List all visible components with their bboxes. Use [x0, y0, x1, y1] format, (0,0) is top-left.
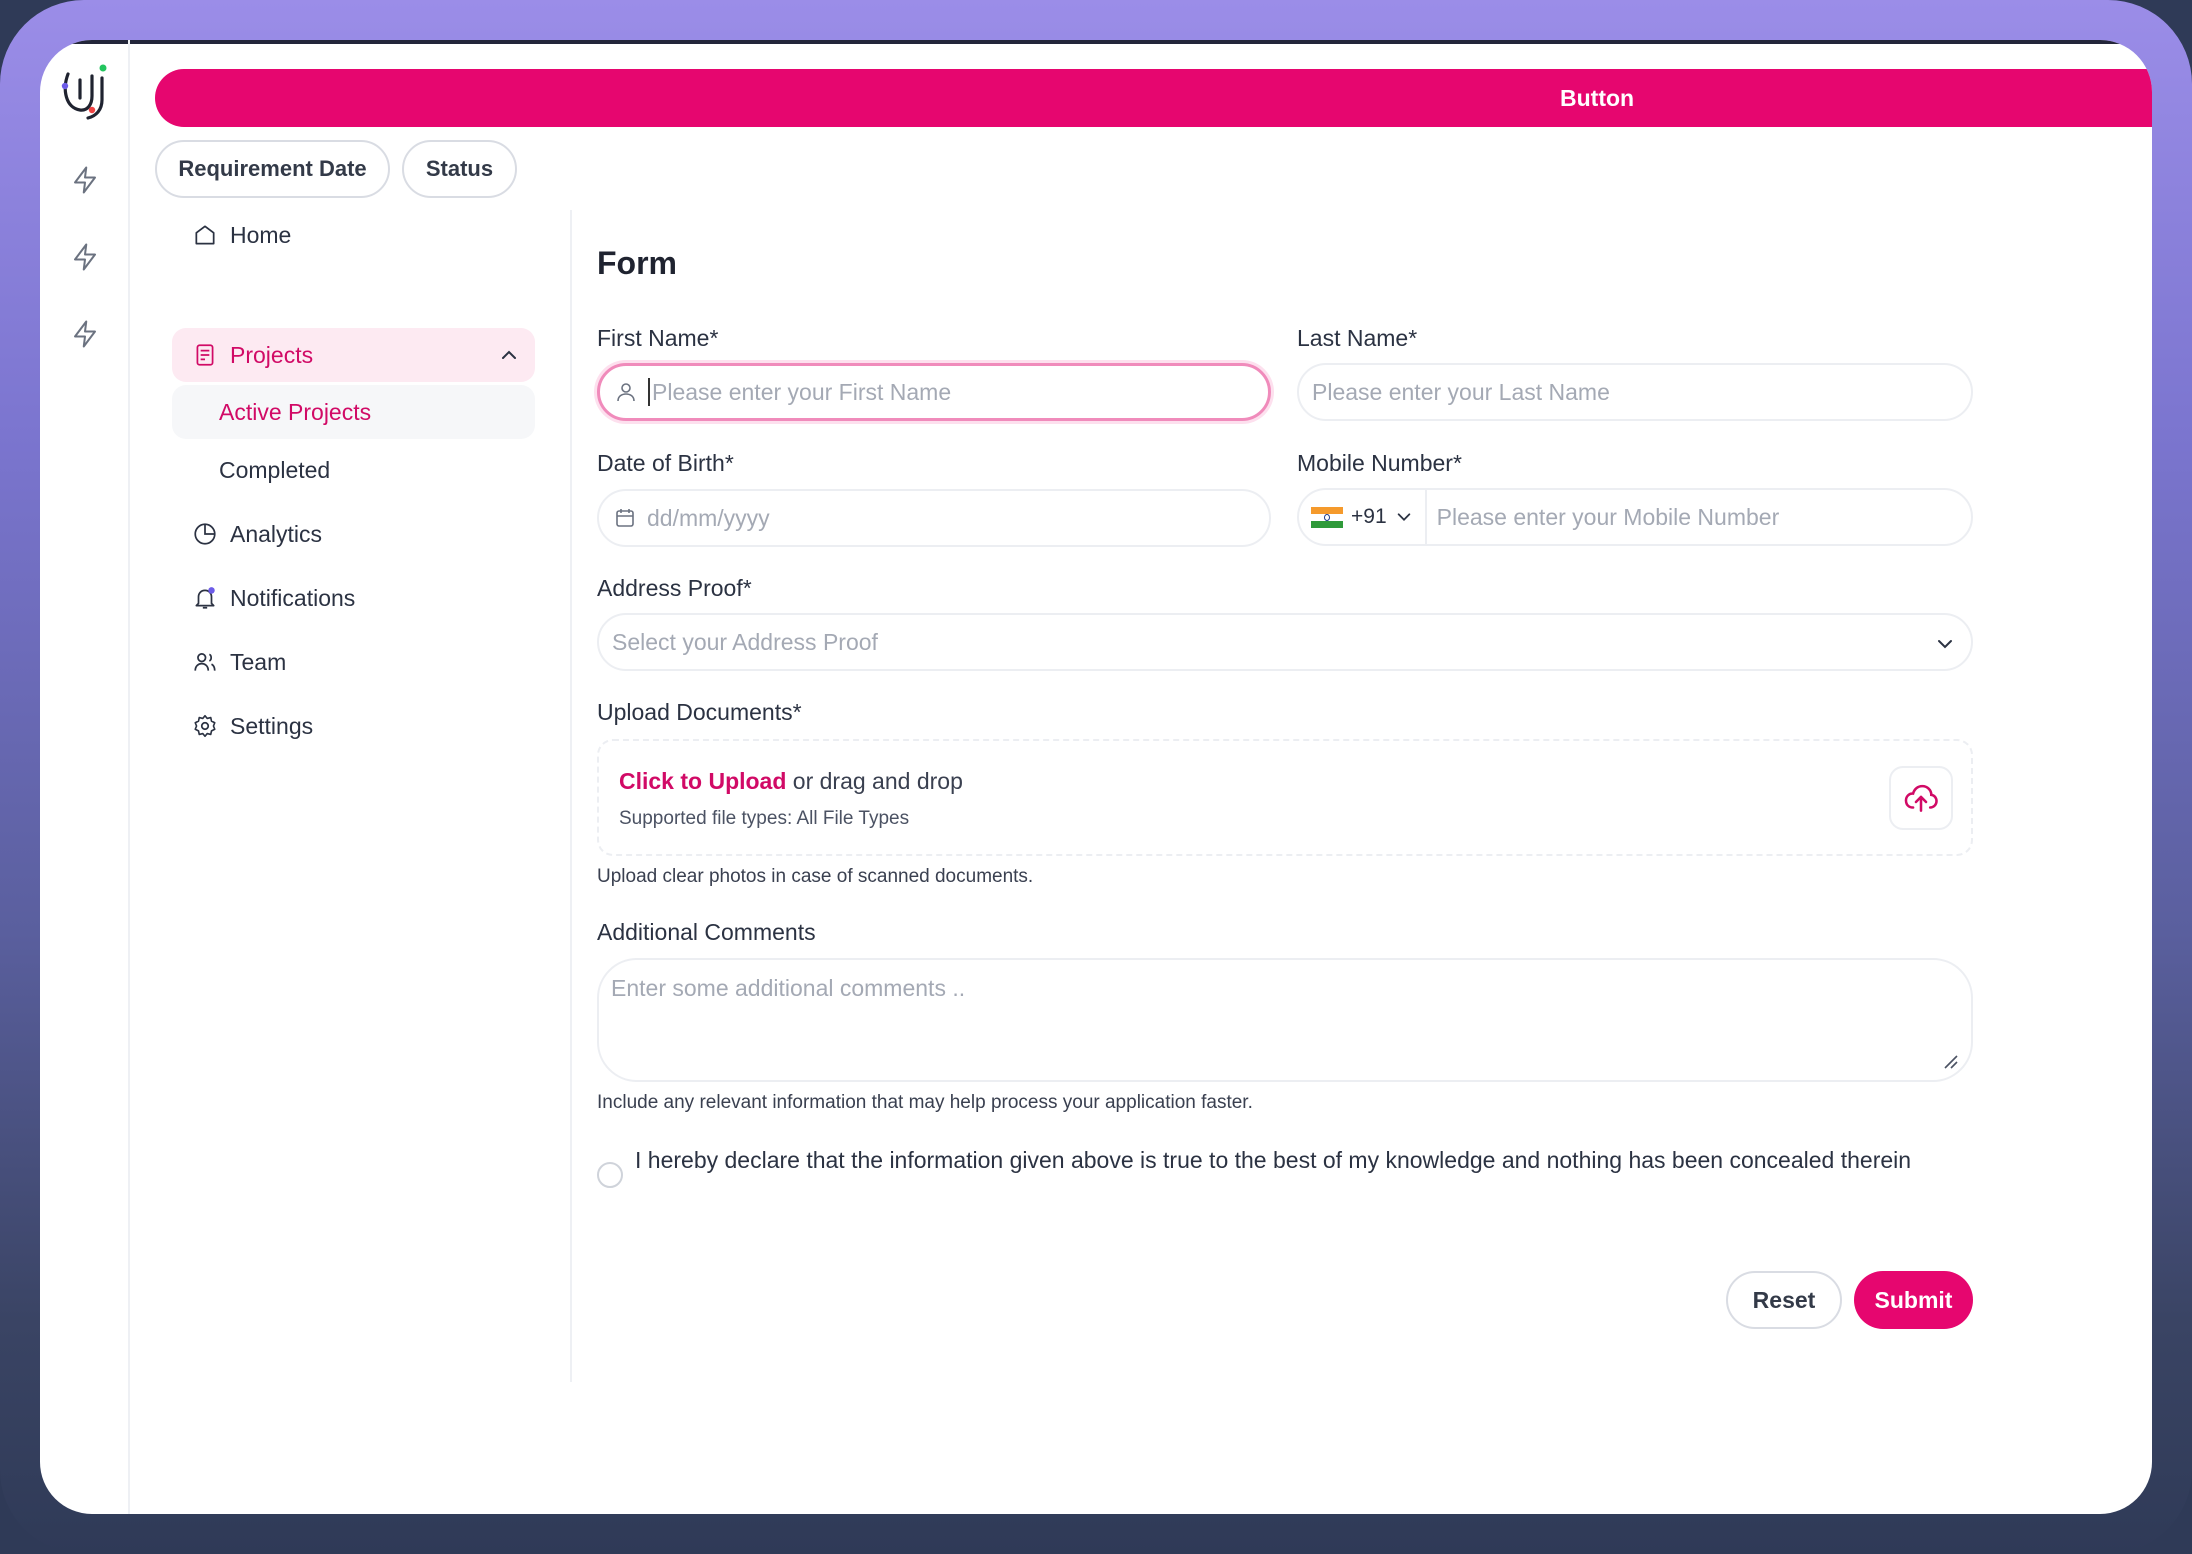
mobile-placeholder: Please enter your Mobile Number [1436, 503, 1780, 530]
mobile-label: Mobile Number* [1297, 450, 1462, 476]
sidebar-item-label: Analytics [230, 520, 323, 547]
cloud-upload-icon [1904, 784, 1938, 812]
last-name-placeholder: Please enter your Last Name [1312, 378, 1610, 405]
upload-label: Upload Documents* [597, 699, 802, 725]
chevron-down-icon [1938, 640, 1952, 649]
submit-button[interactable]: Submit [1854, 1271, 1973, 1329]
filter-label: Status [425, 156, 494, 181]
lightning-icon[interactable] [70, 242, 100, 272]
declaration-checkbox[interactable] [597, 1162, 623, 1188]
declaration-text: I hereby declare that the information gi… [635, 1147, 1912, 1173]
address-proof-select[interactable]: Select your Address Proof [597, 613, 1973, 671]
sidebar-item-label: Projects [230, 341, 314, 368]
comments-textarea[interactable]: Enter some additional comments .. [597, 958, 1973, 1082]
sidebar-item-home[interactable]: Home [180, 208, 545, 262]
last-name-label: Last Name* [1297, 325, 1418, 351]
click-to-upload-link[interactable]: Click to Upload [619, 768, 786, 794]
dob-field[interactable]: dd/mm/yyyy [597, 489, 1271, 547]
mobile-field[interactable]: +91 Please enter your Mobile Number [1297, 488, 1973, 546]
comments-help-text: Include any relevant information that ma… [597, 1092, 1253, 1113]
upload-button[interactable] [1889, 766, 1953, 830]
gear-icon [192, 713, 218, 739]
app-logo[interactable] [58, 60, 114, 120]
user-icon [614, 380, 638, 404]
sidebar-item-notifications[interactable]: Notifications [180, 571, 545, 625]
filter-status[interactable]: Status [402, 140, 517, 198]
upload-dropzone[interactable]: Click to Upload or drag and drop Support… [597, 739, 1973, 856]
reset-button[interactable]: Reset [1726, 1271, 1842, 1329]
header-button-label: Button [1560, 84, 1635, 111]
upload-drag-text: or drag and drop [786, 768, 963, 794]
filter-requirement-date[interactable]: Requirement Date [155, 140, 390, 198]
calendar-icon [613, 506, 637, 530]
field-separator [1424, 490, 1427, 544]
projects-icon [192, 342, 218, 368]
first-name-label: First Name* [597, 325, 719, 351]
filter-label: Requirement Date [178, 156, 367, 181]
india-flag-icon [1311, 506, 1343, 528]
first-name-placeholder: Please enter your First Name [652, 378, 952, 405]
sidebar-item-label: Settings [230, 712, 314, 739]
sidebar-subitem-completed[interactable]: Completed [172, 443, 535, 497]
sidebar-item-settings[interactable]: Settings [180, 699, 545, 753]
content-divider [570, 210, 572, 1382]
dob-label: Date of Birth* [597, 450, 734, 476]
chevron-down-icon [1397, 513, 1410, 521]
text-cursor [648, 378, 650, 406]
comments-placeholder: Enter some additional comments .. [611, 975, 966, 1001]
bell-icon [192, 585, 218, 611]
header-button[interactable]: Button [155, 69, 2152, 127]
sidebar-item-label: Notifications [230, 584, 356, 611]
home-icon [192, 222, 218, 248]
icon-rail [40, 40, 130, 1514]
top-border [40, 40, 2152, 44]
supported-file-types: Supported file types: All File Types [619, 808, 910, 829]
sidebar-item-team[interactable]: Team [180, 635, 545, 689]
lightning-icon[interactable] [70, 165, 100, 195]
app-screen: Button Requirement Date Status Home Proj… [40, 40, 2152, 1514]
dob-placeholder: dd/mm/yyyy [647, 504, 770, 531]
sidebar-item-label: Home [230, 221, 292, 248]
users-icon [192, 649, 218, 675]
sidebar-subitem-label: Completed [219, 456, 331, 483]
lightning-icon[interactable] [70, 319, 100, 349]
first-name-field[interactable]: Please enter your First Name [597, 363, 1271, 421]
address-proof-label: Address Proof* [597, 575, 752, 601]
last-name-field[interactable]: Please enter your Last Name [1297, 363, 1973, 421]
upload-help-text: Upload clear photos in case of scanned d… [597, 866, 1034, 887]
sidebar-subitem-active-projects[interactable]: Active Projects [172, 385, 535, 439]
sidebar-subitem-label: Active Projects [219, 398, 372, 425]
sidebar-item-label: Team [230, 648, 287, 675]
pie-chart-icon [192, 521, 218, 547]
country-code: +91 [1351, 505, 1387, 528]
country-code-select[interactable]: +91 [1299, 505, 1413, 529]
chevron-up-icon[interactable] [499, 345, 519, 365]
device-frame: Button Requirement Date Status Home Proj… [0, 0, 2192, 1554]
page-title: Form [597, 245, 677, 281]
sidebar-item-analytics[interactable]: Analytics [180, 507, 545, 561]
comments-label: Additional Comments [597, 919, 816, 945]
address-proof-placeholder: Select your Address Proof [612, 628, 878, 655]
upload-instructions: Click to Upload or drag and drop [619, 768, 963, 795]
sidebar-item-projects[interactable]: Projects [172, 328, 535, 382]
resize-handle-icon[interactable] [1941, 1052, 1959, 1070]
